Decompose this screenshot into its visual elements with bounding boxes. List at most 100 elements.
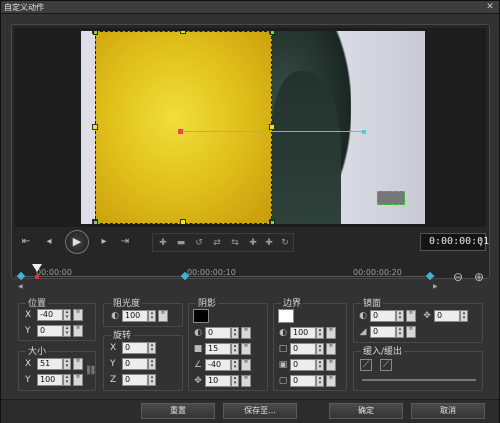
border-field-3[interactable]: 0 — [290, 375, 316, 387]
reset-button[interactable]: 重置 — [141, 403, 215, 419]
shadow-spinner-4[interactable]: ▴ ▾ — [231, 375, 239, 387]
shadow-field-4[interactable]: 10 — [205, 375, 231, 387]
position-x-menu[interactable]: ≡ — [73, 309, 83, 321]
shadow-menu-1[interactable]: ≡ — [241, 327, 251, 339]
shadow-field-2[interactable]: 15 — [205, 343, 231, 355]
swap-keyframe-icon[interactable]: ⇄ — [209, 236, 225, 250]
remove-keyframe-icon[interactable]: ▬ — [173, 236, 189, 250]
position-x-spinner[interactable]: ▴ ▾ — [63, 309, 71, 321]
overlay-clip[interactable] — [95, 31, 272, 224]
border-field-1[interactable]: 0 — [290, 343, 316, 355]
opacity-menu[interactable]: ≡ — [158, 310, 168, 322]
border-menu-1[interactable]: ≡ — [326, 343, 336, 355]
position-y-menu[interactable]: ≡ — [73, 325, 83, 337]
border-color-swatch[interactable] — [278, 309, 294, 323]
resize-handle-mr[interactable] — [269, 124, 275, 130]
zoom-in-icon[interactable]: ⊕ — [474, 270, 484, 284]
mirror-spinner-2[interactable]: ▴ ▾ — [396, 326, 404, 338]
position-x-field[interactable]: -40 — [37, 309, 63, 321]
size-x-field[interactable]: 51 — [37, 358, 63, 370]
rotation-x-spinner[interactable]: ▴ ▾ — [148, 342, 156, 354]
shadow-field-3[interactable]: -40 — [205, 359, 231, 371]
prev-keyframe-icon[interactable]: ✚ — [245, 236, 261, 250]
mirror-menu-1[interactable]: ≡ — [406, 310, 416, 322]
keyframe-marker[interactable] — [16, 271, 26, 281]
ease-out-icon[interactable]: ⟋ — [380, 359, 392, 371]
border-menu-3[interactable]: ≡ — [326, 375, 336, 387]
opacity-spinner[interactable]: ▴ ▾ — [148, 310, 156, 322]
border-field-2[interactable]: 0 — [290, 359, 316, 371]
rotate-keyframe-icon[interactable]: ↻ — [277, 236, 293, 250]
border-spinner-1[interactable]: ▴ ▾ — [316, 343, 324, 355]
size-x-spinner[interactable]: ▴ ▾ — [63, 358, 71, 370]
resize-handle-tc[interactable] — [180, 31, 186, 34]
zoom-out-icon[interactable]: ⊖ — [453, 270, 463, 284]
border-menu-2[interactable]: ≡ — [326, 359, 336, 371]
shadow-menu-4[interactable]: ≡ — [241, 375, 251, 387]
position-y-field[interactable]: 0 — [37, 325, 63, 337]
resize-handle-ml[interactable] — [92, 124, 98, 130]
opacity-field[interactable]: 100 — [122, 310, 148, 322]
border-spinner-3[interactable]: ▴ ▾ — [316, 375, 324, 387]
mirror-menu-2[interactable]: ≡ — [406, 326, 416, 338]
add-keyframe-icon[interactable]: ✚ — [155, 236, 171, 250]
rotation-z-field[interactable]: 0 — [122, 374, 148, 386]
border-spinner-2[interactable]: ▴ ▾ — [316, 359, 324, 371]
next-frame-icon[interactable]: ▸ — [97, 236, 111, 248]
border-opacity-menu[interactable]: ≡ — [326, 327, 336, 339]
shadow-color-swatch[interactable] — [193, 309, 209, 323]
shadow-spinner-2[interactable]: ▴ ▾ — [231, 343, 239, 355]
rotation-y-spinner[interactable]: ▴ ▾ — [148, 358, 156, 370]
shadow-spinner-1[interactable]: ▴ ▾ — [231, 327, 239, 339]
mirror-field-2[interactable]: 0 — [370, 326, 396, 338]
ease-in-icon[interactable]: ⟋ — [360, 359, 372, 371]
size-x-menu[interactable]: ≡ — [73, 358, 83, 370]
keyframe-marker[interactable] — [425, 271, 435, 281]
rotation-z-spinner[interactable]: ▴ ▾ — [148, 374, 156, 386]
resize-handle-bc[interactable] — [180, 219, 186, 224]
next-keyframe-icon[interactable]: ✚ — [261, 236, 277, 250]
corner-handle-tl[interactable] — [93, 31, 98, 35]
prev-frame-icon[interactable]: ◂ — [42, 236, 56, 248]
ease-slider[interactable] — [362, 379, 476, 381]
mirror-field-3[interactable]: 0 — [434, 310, 460, 322]
ok-button[interactable]: 确定 — [329, 403, 403, 419]
corner-handle-bl[interactable] — [93, 220, 98, 224]
cancel-button[interactable]: 取消 — [411, 403, 485, 419]
size-y-field[interactable]: 100 — [37, 374, 63, 386]
corner-handle-tr[interactable] — [270, 31, 275, 35]
scroll-right-icon[interactable]: ▶ — [433, 283, 438, 290]
reverse-keyframe-icon[interactable]: ↺ — [191, 236, 207, 250]
mirror-field-1[interactable]: 0 — [370, 310, 396, 322]
mirror-move-icon: ✥ — [423, 311, 431, 321]
center-point[interactable] — [178, 129, 183, 134]
save-as-button[interactable]: 保存至... — [223, 403, 297, 419]
size-y-spinner[interactable]: ▴ ▾ — [63, 374, 71, 386]
goto-start-icon[interactable]: ⇤ — [19, 236, 33, 248]
close-button[interactable]: ✕ — [484, 2, 496, 12]
rotation-x-field[interactable]: 0 — [122, 342, 148, 354]
shadow-menu-2[interactable]: ≡ — [241, 343, 251, 355]
mirror-spinner-1[interactable]: ▴ ▾ — [396, 310, 404, 322]
border-opacity-field[interactable]: 100 — [290, 327, 316, 339]
mirror-spinner-3[interactable]: ▴ ▾ — [460, 310, 468, 322]
shadow-field-1[interactable]: 0 — [205, 327, 231, 339]
timeline-ruler[interactable]: 00:00:00 00:00:00:10 00:00:00:20 ◀ ▶ — [15, 263, 438, 291]
goto-end-icon[interactable]: ⇥ — [118, 236, 132, 248]
timecode-spinner-icon[interactable]: ▴ ▾ — [479, 235, 483, 249]
preview-frame[interactable] — [81, 31, 425, 224]
scroll-left-icon[interactable]: ◀ — [18, 283, 23, 290]
shadow-menu-3[interactable]: ≡ — [241, 359, 251, 371]
corner-handle-br[interactable] — [270, 220, 275, 224]
play-button[interactable]: ▶ — [65, 230, 89, 254]
thumbnail-clip[interactable] — [377, 191, 405, 205]
move-left-icon[interactable]: ⇆ — [227, 236, 243, 250]
rotation-y-field[interactable]: 0 — [122, 358, 148, 370]
border-opacity-spinner[interactable]: ▴ ▾ — [316, 327, 324, 339]
link-icon[interactable]: ⛓ — [85, 366, 96, 376]
path-target-point[interactable] — [362, 130, 366, 134]
shadow-spinner-3[interactable]: ▴ ▾ — [231, 359, 239, 371]
size-y-menu[interactable]: ≡ — [73, 374, 83, 386]
timecode-display[interactable]: 0:00:00:01 ▴ ▾ — [420, 233, 489, 251]
position-y-spinner[interactable]: ▴ ▾ — [63, 325, 71, 337]
